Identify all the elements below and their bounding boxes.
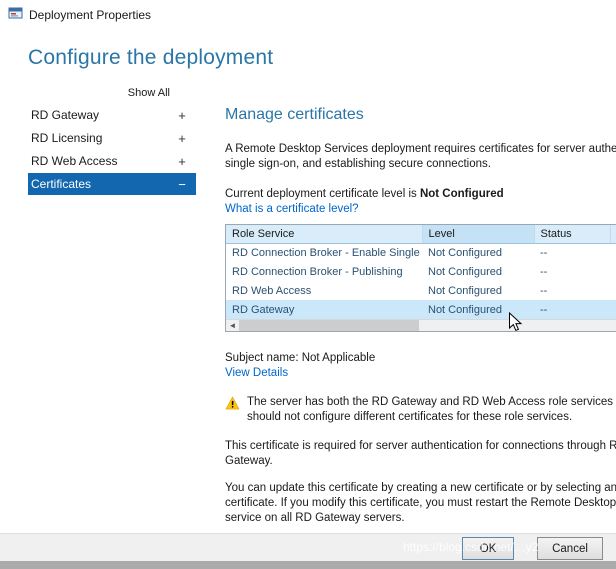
horizontal-scrollbar[interactable]: ◄ <box>226 319 616 331</box>
sidebar-item-label: RD Gateway <box>31 108 99 122</box>
expand-icon[interactable]: + <box>176 108 188 123</box>
cell-status: -- <box>534 281 610 300</box>
certificates-table: Role Service Level Status State RD Conne… <box>225 224 616 332</box>
cert-required-line-2: Gateway. <box>225 454 616 469</box>
intro-line-2: single sign-on, and establishing secure … <box>225 157 616 172</box>
cell-status: -- <box>534 262 610 281</box>
subject-name-text: Subject name: Not Applicable <box>225 352 616 364</box>
certificate-level-line: Current deployment certificate level is … <box>225 188 616 200</box>
cancel-button[interactable]: Cancel <box>537 537 603 560</box>
cell-state <box>610 262 616 281</box>
show-all-link[interactable]: Show All <box>28 87 196 99</box>
column-header-level[interactable]: Level <box>422 225 534 243</box>
deployment-properties-icon <box>8 6 23 24</box>
cell-status: -- <box>534 243 610 262</box>
dialog-footer: OK Cancel <box>0 533 616 561</box>
update-line-3: service on all RD Gateway servers. <box>225 511 616 526</box>
scrollbar-track[interactable] <box>419 320 616 331</box>
table-row[interactable]: RD Connection Broker - Enable Single Sig… <box>226 243 616 262</box>
cell-state <box>610 300 616 319</box>
cell-role-service: RD Connection Broker - Enable Single Sig… <box>226 243 422 262</box>
section-heading: Manage certificates <box>225 106 616 124</box>
warning-triangle-icon <box>225 396 240 413</box>
certificate-required-paragraph: This certificate is required for server … <box>225 439 616 469</box>
cell-state <box>610 243 616 262</box>
intro-line-1: A Remote Desktop Services deployment req… <box>225 142 616 157</box>
intro-paragraph: A Remote Desktop Services deployment req… <box>225 142 616 172</box>
window-titlebar: Deployment Properties <box>0 0 616 30</box>
cell-status: -- <box>534 300 610 319</box>
column-header-status[interactable]: Status <box>534 225 610 243</box>
table-row[interactable]: RD Connection Broker - Publishing Not Co… <box>226 262 616 281</box>
table-row-selected[interactable]: RD Gateway Not Configured -- <box>226 300 616 319</box>
expand-icon[interactable]: + <box>176 131 188 146</box>
window-title: Deployment Properties <box>29 8 151 22</box>
certificate-level-help-link[interactable]: What is a certificate level? <box>225 203 359 215</box>
sidebar-item-label: RD Licensing <box>31 131 102 145</box>
sidebar: Show All RD Gateway + RD Licensing + RD … <box>28 87 196 196</box>
column-header-role-service[interactable]: Role Service <box>226 225 422 243</box>
update-line-1: You can update this certificate by creat… <box>225 481 616 496</box>
cell-level: Not Configured <box>422 281 534 300</box>
desktop-edge-strip <box>0 561 616 569</box>
expand-icon[interactable]: + <box>176 154 188 169</box>
main-content: Manage certificates A Remote Desktop Ser… <box>225 100 616 526</box>
update-line-2: certificate. If you modify this certific… <box>225 496 616 511</box>
sidebar-item-rd-gateway[interactable]: RD Gateway + <box>28 104 196 126</box>
cell-role-service: RD Gateway <box>226 300 422 319</box>
column-header-state[interactable]: State <box>610 225 616 243</box>
table-header-row: Role Service Level Status State <box>226 225 616 243</box>
update-certificate-paragraph: You can update this certificate by creat… <box>225 481 616 526</box>
cell-role-service: RD Web Access <box>226 281 422 300</box>
cell-level: Not Configured <box>422 262 534 281</box>
view-details-link[interactable]: View Details <box>225 367 288 379</box>
sidebar-item-label: RD Web Access <box>31 154 117 168</box>
warning-line-1: The server has both the RD Gateway and R… <box>247 395 616 410</box>
scroll-left-arrow-icon[interactable]: ◄ <box>226 320 239 331</box>
cell-state <box>610 281 616 300</box>
cell-level: Not Configured <box>422 243 534 262</box>
level-prefix: Current deployment certificate level is <box>225 188 420 200</box>
cert-required-line-1: This certificate is required for server … <box>225 439 616 454</box>
sidebar-item-certificates[interactable]: Certificates − <box>28 173 196 195</box>
cell-role-service: RD Connection Broker - Publishing <box>226 262 422 281</box>
sidebar-item-rd-licensing[interactable]: RD Licensing + <box>28 127 196 149</box>
page-title: Configure the deployment <box>28 46 273 70</box>
warning-message: The server has both the RD Gateway and R… <box>225 395 616 425</box>
ok-button[interactable]: OK <box>462 537 514 560</box>
scrollbar-thumb[interactable] <box>239 320 419 331</box>
sidebar-item-label: Certificates <box>31 177 91 191</box>
table-row[interactable]: RD Web Access Not Configured -- <box>226 281 616 300</box>
warning-line-2: should not configure different certifica… <box>247 410 616 425</box>
cell-level: Not Configured <box>422 300 534 319</box>
sidebar-item-rd-web-access[interactable]: RD Web Access + <box>28 150 196 172</box>
level-value: Not Configured <box>420 188 504 200</box>
collapse-icon[interactable]: − <box>176 177 188 192</box>
